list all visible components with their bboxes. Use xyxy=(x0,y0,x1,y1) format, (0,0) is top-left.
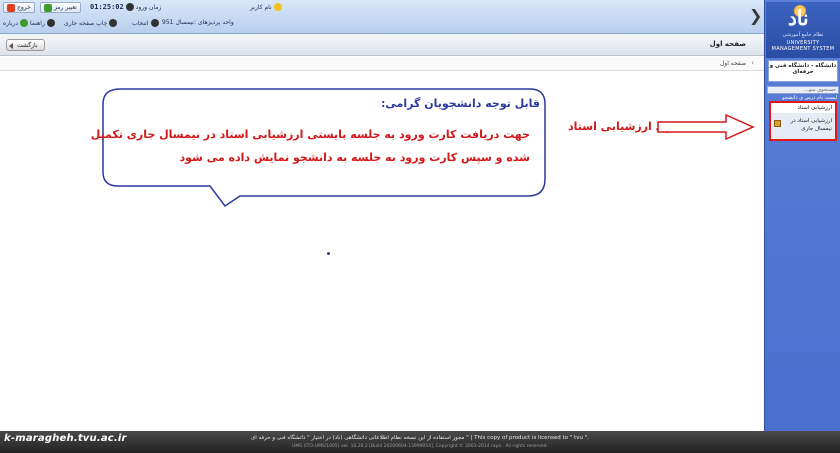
sidebar-item-evaluation-current-term[interactable]: ارزشیابی استاد در نیمسال جاری xyxy=(771,115,835,139)
sidebar-item-evaluation[interactable]: ارزشیابی استاد xyxy=(771,103,835,113)
copyright-text: UMS (ITO-UMS/1005) ver. 10.26.2 [Build 2… xyxy=(292,444,548,449)
back-button[interactable]: بازگشت xyxy=(6,39,45,51)
logout-label: خروج xyxy=(17,4,31,11)
help-label: راهنما xyxy=(30,19,45,27)
chevron-right-icon[interactable]: ❯ xyxy=(749,8,762,24)
university-name: دانشگاه - دانشگاه فنی و حرفه‌ای xyxy=(768,60,838,82)
term-label: نیمسال: xyxy=(175,19,196,26)
logo: ناد نظام جامع آموزشی UNIVERSITY MANAGEME… xyxy=(766,2,840,58)
clock-value: 01:25:02 xyxy=(90,3,124,11)
info-icon xyxy=(20,19,29,27)
change-password-label: تغییر رمز xyxy=(54,4,77,11)
sidebar-toggle[interactable]: ❯ xyxy=(744,0,764,34)
user-info: نام کاربر xyxy=(250,3,282,11)
folder-icon xyxy=(774,120,781,127)
select-label: انتخاب xyxy=(132,19,149,27)
role-label: واحد xyxy=(222,19,234,26)
top-toolbar: خروج تغییر رمز 01:25:02 زمان ورود نام کا… xyxy=(0,0,764,34)
chevron-left-icon: ‹ xyxy=(751,59,754,67)
toolbar-row-2: درباره راهنما چاپ صفحه جاری انتخاب 951 ن… xyxy=(0,17,300,31)
menu-search-input[interactable]: جستجوی منو... xyxy=(767,86,839,94)
logout-button[interactable]: خروج xyxy=(3,2,35,13)
footer: k-maragheh.tvu.ac.ir مجوز استفاده از این… xyxy=(0,431,840,453)
logout-icon xyxy=(7,3,15,12)
dot xyxy=(327,252,330,255)
sidebar: ناد نظام جامع آموزشی UNIVERSITY MANAGEME… xyxy=(764,0,840,431)
section-label: پردیزهای xyxy=(197,19,221,26)
print-icon xyxy=(109,19,118,27)
username-label: نام کاربر xyxy=(250,3,272,11)
change-password-button[interactable]: تغییر رمز xyxy=(40,2,81,13)
session-clock: 01:25:02 زمان ورود xyxy=(90,3,161,11)
notice-text-line-1: جهت دریافت کارت ورود به جلسه بایستی ارزش… xyxy=(90,128,530,141)
site-brand: k-maragheh.tvu.ac.ir xyxy=(4,433,127,444)
help-icon xyxy=(46,19,55,27)
notice-heading: قابل توجه دانشجویان گرامی: xyxy=(381,97,540,110)
breadcrumb: صفحه اول ‹ xyxy=(0,57,764,71)
back-label: بازگشت xyxy=(17,41,38,49)
logo-english-2: MANAGEMENT SYSTEM xyxy=(771,46,835,52)
arrow-right-icon xyxy=(657,113,755,141)
select-icon xyxy=(150,19,159,27)
page-header: بازگشت صفحه اول xyxy=(0,34,764,56)
term-value: 951 xyxy=(162,19,174,26)
about-label: درباره xyxy=(3,19,19,27)
sidebar-item-label: ارزشیابی استاد در نیمسال جاری xyxy=(790,118,832,132)
logo-mark: ناد xyxy=(788,6,809,30)
key-icon xyxy=(44,3,52,12)
breadcrumb-item[interactable]: صفحه اول xyxy=(720,60,746,67)
license-text: مجوز استفاده از این نسخه نظام اطلاعاتی د… xyxy=(251,435,589,441)
select-term-link[interactable]: انتخاب xyxy=(132,19,159,27)
clock-icon xyxy=(125,3,134,11)
clock-label: زمان ورود xyxy=(135,3,162,11)
about-link[interactable]: درباره xyxy=(3,19,29,27)
notice-text-line-2: شده و سپس کارت ورود به جلسه به دانشجو نم… xyxy=(179,151,531,164)
term-info: 951 نیمسال: پردیزهای واحد xyxy=(162,19,234,26)
logo-subtitle: نظام جامع آموزشی xyxy=(782,32,824,38)
highlighted-menu: ارزشیابی استاد ارزشیابی استاد در نیمسال … xyxy=(769,101,837,141)
print-page-label: چاپ صفحه جاری xyxy=(64,19,108,27)
page-title: صفحه اول xyxy=(709,40,746,48)
help-link[interactable]: راهنما xyxy=(30,19,55,27)
print-page-link[interactable]: چاپ صفحه جاری xyxy=(64,19,118,27)
user-icon xyxy=(273,3,282,11)
